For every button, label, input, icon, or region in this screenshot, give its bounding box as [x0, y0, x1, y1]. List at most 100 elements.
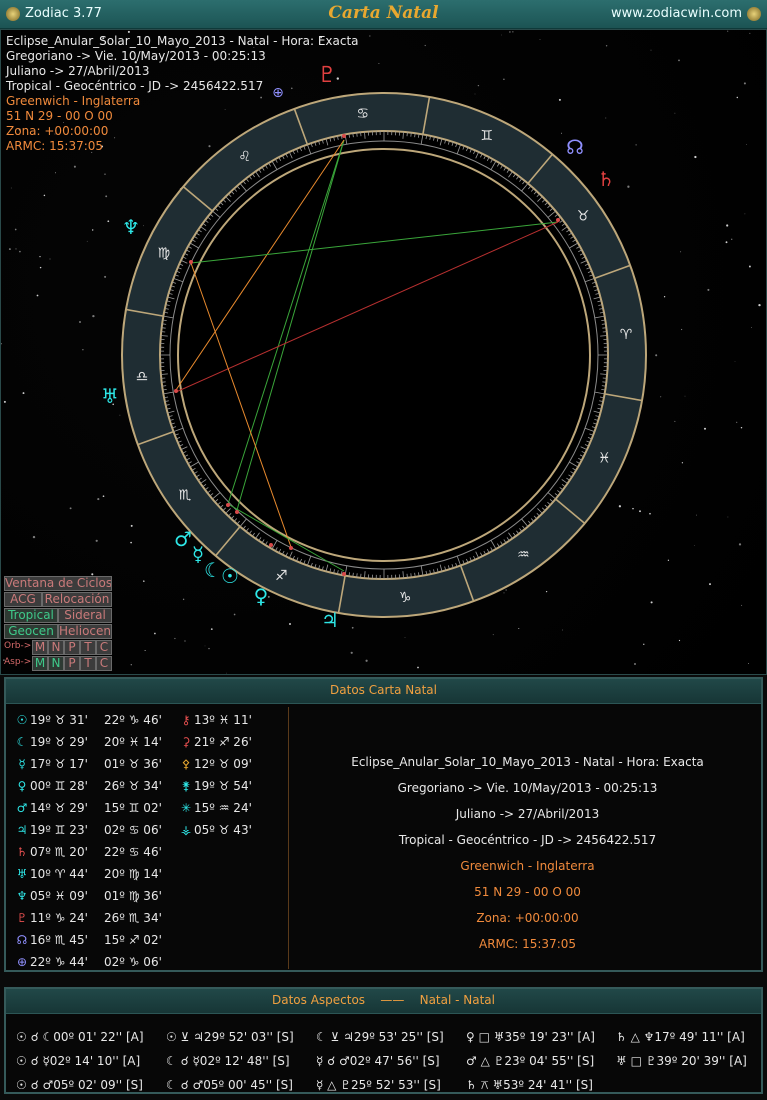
aspect-row: ☉ ☌ ☾00º 01' 22'' [A] ☉ ⊻ ♃29º 52' 03'' [… — [16, 1025, 766, 1049]
planet-position: 17º ♉ 17' — [30, 757, 88, 771]
asteroid-position: 13º ♓ 11' — [194, 713, 252, 727]
planet-glyph-icon: ♆ — [16, 889, 28, 903]
aspects-subtitle: Natal - Natal — [419, 993, 495, 1007]
house-cusp: 22º ♋ 46' — [104, 845, 162, 859]
info-line: Eclipse_Anular_Solar_10_Mayo_2013 - Nata… — [351, 755, 704, 769]
planet-position-marker — [174, 389, 178, 393]
pisces-sign-icon: ♓ — [598, 451, 611, 467]
tropical-button[interactable]: Tropical — [4, 608, 58, 623]
close-logo-icon[interactable] — [747, 6, 761, 21]
asteroid-glyph-icon — [178, 863, 194, 885]
aspect-row: ☉ ☌ ☿02º 14' 10'' [A] ☾ ☌ ☿02º 12' 48'' [… — [16, 1049, 766, 1073]
asp-m-button[interactable]: M — [32, 656, 48, 671]
gemini-sign-icon: ♊ — [480, 128, 493, 144]
aquarius-sign-icon: ♒ — [517, 547, 530, 563]
info-line: Zona: +00:00:00 — [476, 911, 579, 925]
acg-button[interactable]: ACG — [4, 592, 42, 607]
info-line: Greenwich - Inglaterra — [6, 94, 141, 108]
saturn-icon[interactable]: ♄ — [597, 167, 615, 191]
moon-icon[interactable]: ☾ — [204, 558, 222, 582]
geocen-button[interactable]: Geocen — [4, 624, 58, 639]
house-cusp: 02º ♋ 06' — [104, 823, 162, 837]
info-line: 51 N 29 - 00 O 00 — [6, 109, 113, 123]
position-row: ♄ 07º ♏ 20' 22º ♋ 46' — [14, 841, 284, 863]
position-row: ☿ 17º ♉ 17' 01º ♉ 36' ⚴ 12º ♉ 09' — [14, 753, 284, 775]
chart-info: Eclipse_Anular_Solar_10_Mayo_2013 - Nata… — [6, 34, 359, 154]
aries-sign-icon: ♈ — [620, 327, 633, 343]
mercury-icon[interactable]: ☿ — [192, 542, 204, 566]
venus-icon[interactable]: ♀ — [254, 584, 269, 608]
planet-position: 16º ♏ 45' — [30, 933, 88, 947]
planet-position-marker — [189, 260, 193, 264]
planet-glyph-icon: ⊕ — [16, 955, 28, 969]
asteroid-glyph-icon: ⚶ — [180, 823, 192, 837]
mars-icon[interactable]: ♂ — [174, 527, 192, 551]
asp-p-button[interactable]: P — [64, 656, 80, 671]
asp-n-button[interactable]: N — [48, 656, 64, 671]
planet-glyph-icon: ☾ — [16, 735, 28, 749]
house-cusp: 15º ♐ 02' — [104, 933, 162, 947]
aspects-panel-header: Datos Aspectos —— Natal - Natal — [6, 989, 761, 1014]
position-row: ⊕ 22º ♑ 44' 02º ♑ 06' — [14, 951, 284, 973]
degree-tick — [414, 572, 416, 577]
orb-t-button[interactable]: T — [80, 640, 96, 655]
planet-glyph-icon: ♃ — [16, 823, 28, 837]
aspect-entry: ☿ ☌ ♂02º 47' 56'' [S] — [316, 1054, 440, 1068]
capricorn-sign-icon: ♑ — [399, 590, 412, 606]
position-row: ♅ 10º ♈ 44' 20º ♍ 14' — [14, 863, 284, 885]
asteroid-position — [194, 951, 268, 973]
aspect-entry: ☿ △ ♇25º 52' 53'' [S] — [316, 1078, 441, 1092]
planet-position: 10º ♈ 44' — [30, 867, 88, 881]
aspects-list: ☉ ☌ ☾00º 01' 22'' [A] ☉ ⊻ ♃29º 52' 03'' [… — [16, 1025, 766, 1097]
aspect-entry: ♄ ⚻ ♅53º 24' 41'' [S] — [466, 1078, 593, 1092]
relocacion-button[interactable]: Relocación — [42, 592, 112, 607]
asteroid-glyph-icon: ⚷ — [181, 713, 191, 727]
orb-m-button[interactable]: M — [32, 640, 48, 655]
sideral-button[interactable]: Sideral — [58, 608, 112, 623]
info-line: Tropical - Geocéntrico - JD -> 2456422.5… — [6, 79, 264, 93]
degree-tick — [162, 323, 167, 325]
aspect-entry: ♂ △ ♇23º 04' 55'' [S] — [466, 1054, 595, 1068]
heliocen-button[interactable]: Heliocen — [58, 624, 112, 639]
house-cusp: 15º ♊ 02' — [104, 801, 162, 815]
planet-glyph-icon: ♀ — [17, 779, 27, 793]
scorpio-sign-icon: ♏ — [179, 487, 192, 503]
info-line: Tropical - Geocéntrico - JD -> 2456422.5… — [398, 833, 657, 847]
position-row: ☾ 19º ♉ 29' 20º ♓ 14' ⚳ 21º ♐ 26' — [14, 731, 284, 753]
natal-info-block: Eclipse_Anular_Solar_10_Mayo_2013 - Nata… — [288, 707, 766, 969]
orb-c-button[interactable]: C — [96, 640, 112, 655]
node-icon[interactable]: ☊ — [566, 135, 584, 159]
asp-c-button[interactable]: C — [96, 656, 112, 671]
asteroid-glyph-icon: ⚴ — [181, 757, 191, 771]
orb-p-button[interactable]: P — [64, 640, 80, 655]
position-row: ☉ 19º ♉ 31' 22º ♑ 46' ⚷ 13º ♓ 11' — [14, 709, 284, 731]
aspect-entry: ☉ ☌ ☾00º 01' 22'' [A] — [16, 1030, 144, 1044]
position-row: ☊ 16º ♏ 45' 15º ♐ 02' — [14, 929, 284, 951]
position-row: ♀ 00º ♊ 28' 26º ♉ 34' ⚵ 19º ♉ 54' — [14, 775, 284, 797]
planet-position: 19º ♊ 23' — [30, 823, 88, 837]
aspect-row: ☉ ☌ ♂05º 02' 09'' [S] ☾ ☌ ♂05º 00' 45'' [… — [16, 1073, 766, 1097]
planet-glyph-icon: ☿ — [18, 757, 26, 771]
info-line: Juliano -> 27/Abril/2013 — [455, 807, 600, 821]
asp-t-button[interactable]: T — [80, 656, 96, 671]
aspect-entry: ☉ ⊻ ♃29º 52' 03'' [S] — [166, 1030, 294, 1044]
ciclos-button[interactable]: Ventana de Ciclos — [4, 576, 112, 591]
planet-position-marker — [235, 510, 239, 514]
house-cusp: 26º ♉ 34' — [104, 779, 162, 793]
house-cusp: 01º ♉ 36' — [104, 757, 162, 771]
sun-icon[interactable]: ☉ — [221, 564, 239, 588]
info-line: Gregoriano -> Vie. 10/May/2013 - 00:25:1… — [6, 49, 266, 63]
asteroid-position — [194, 907, 268, 929]
house-cusp: 02º ♑ 06' — [104, 955, 162, 969]
planet-position: 19º ♉ 31' — [30, 713, 88, 727]
house-cusp: 01º ♍ 36' — [104, 889, 162, 903]
planet-position: 22º ♑ 44' — [30, 955, 88, 969]
planet-position-marker — [226, 503, 230, 507]
orb-n-button[interactable]: N — [48, 640, 64, 655]
uranus-icon[interactable]: ♅ — [101, 384, 119, 408]
planet-glyph-icon: ♇ — [16, 911, 28, 925]
website-link[interactable]: www.zodiacwin.com — [611, 6, 742, 21]
asteroid-glyph-icon — [178, 951, 194, 973]
jupiter-icon[interactable]: ♃ — [321, 608, 339, 632]
neptune-icon[interactable]: ♆ — [122, 215, 140, 239]
